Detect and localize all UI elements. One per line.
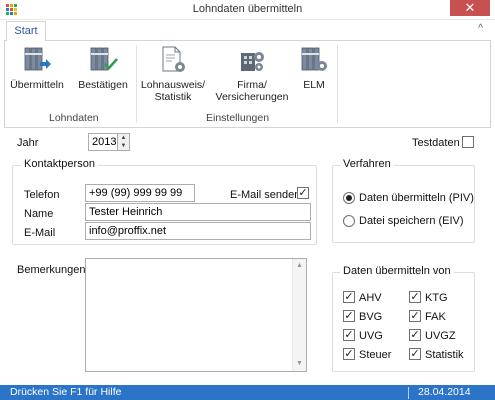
checkmark-icon: ✓: [298, 187, 308, 199]
elm-label: ELM: [303, 79, 325, 91]
vertical-scrollbar[interactable]: ▲ ▼: [292, 259, 306, 371]
group-label-lohndaten: Lohndaten: [49, 112, 99, 124]
checkmark-icon: ✓: [344, 329, 354, 341]
testdaten-checkbox[interactable]: [462, 136, 474, 148]
close-icon: ✕: [464, 0, 476, 15]
uebermitteln-label: Übermitteln: [10, 79, 64, 91]
firma-versicherungen-button[interactable]: Firma/ Versicherungen: [212, 45, 292, 103]
email-label: E-Mail: [24, 227, 56, 239]
bvg-label: BVG: [359, 311, 383, 323]
kontaktperson-title: Kontaktperson: [21, 158, 98, 170]
steuer-checkbox[interactable]: ✓: [343, 348, 355, 360]
name-label: Name: [24, 208, 54, 220]
radio-eiv[interactable]: [343, 215, 355, 227]
verfahren-group: [332, 165, 475, 243]
firma-label-1: Firma/: [237, 79, 267, 91]
lohnausweis-label-1: Lohnausweis/: [140, 79, 206, 91]
uebermitteln-button[interactable]: Übermitteln: [9, 45, 65, 91]
bvg-checkbox[interactable]: ✓: [343, 310, 355, 322]
title-bar: Lohndaten übermitteln ✕: [0, 0, 495, 20]
ahv-label: AHV: [359, 292, 382, 304]
binders-check-icon: [88, 45, 118, 75]
collapse-ribbon-icon[interactable]: ^: [478, 23, 483, 34]
uvgz-label: UVGZ: [425, 330, 456, 342]
checkmark-icon: ✓: [344, 291, 354, 303]
testdaten-label: Testdaten: [412, 137, 460, 149]
email-input[interactable]: info@proffix.net: [85, 222, 311, 240]
status-date: 28.04.2014: [418, 386, 471, 398]
email-senden-checkbox[interactable]: ✓: [297, 187, 309, 199]
statistik-checkbox[interactable]: ✓: [409, 348, 421, 360]
scroll-down-icon[interactable]: ▼: [293, 357, 306, 371]
bestaetigen-label: Bestätigen: [78, 79, 128, 91]
status-help-text: Drücken Sie F1 für Hilfe: [10, 386, 122, 398]
checkmark-icon: ✓: [410, 329, 420, 341]
email-senden-label: E-Mail senden: [230, 189, 301, 201]
bemerkungen-textarea[interactable]: ▲ ▼: [85, 258, 307, 372]
radio-piv[interactable]: [343, 192, 355, 204]
checkmark-icon: ✓: [344, 348, 354, 360]
radio-piv-label[interactable]: Daten übermitteln (PIV): [359, 192, 474, 204]
fak-checkbox[interactable]: ✓: [409, 310, 421, 322]
daten-uebermitteln-von-title: Daten übermitteln von: [340, 265, 454, 277]
radio-eiv-label[interactable]: Datei speichern (EIV): [359, 215, 464, 227]
jahr-input[interactable]: 2013: [88, 133, 118, 151]
ribbon-panel: Übermitteln Bestätigen Lohnausweis/ Stat…: [4, 40, 491, 128]
tab-start[interactable]: Start: [6, 21, 46, 41]
verfahren-title: Verfahren: [340, 158, 394, 170]
group-separator: [337, 45, 338, 123]
stepper-down-icon[interactable]: ▼: [118, 142, 129, 150]
document-gear-icon: [158, 45, 188, 75]
uvg-checkbox[interactable]: ✓: [343, 329, 355, 341]
uvgz-checkbox[interactable]: ✓: [409, 329, 421, 341]
bemerkungen-label: Bemerkungen: [17, 264, 86, 276]
ktg-checkbox[interactable]: ✓: [409, 291, 421, 303]
bestaetigen-button[interactable]: Bestätigen: [77, 45, 129, 91]
group-label-einstellungen: Einstellungen: [206, 112, 270, 124]
ktg-label: KTG: [425, 292, 448, 304]
scroll-up-icon[interactable]: ▲: [293, 259, 306, 273]
jahr-stepper[interactable]: ▲ ▼: [118, 133, 130, 151]
status-separator: [408, 387, 409, 399]
status-bar: Drücken Sie F1 für Hilfe 28.04.2014: [0, 385, 495, 400]
ahv-checkbox[interactable]: ✓: [343, 291, 355, 303]
telefon-input[interactable]: +99 (99) 999 99 99: [85, 184, 195, 202]
checkmark-icon: ✓: [410, 348, 420, 360]
steuer-label: Steuer: [359, 349, 392, 361]
window-title: Lohndaten übermitteln: [192, 3, 303, 15]
building-gear-icon: [237, 45, 267, 75]
checkmark-icon: ✓: [410, 310, 420, 322]
uvg-label: UVG: [359, 330, 383, 342]
telefon-label: Telefon: [24, 189, 60, 201]
group-separator: [136, 45, 137, 123]
jahr-label: Jahr: [17, 137, 39, 149]
binders-gear-icon: [299, 45, 329, 75]
stepper-up-icon[interactable]: ▲: [118, 134, 129, 142]
checkmark-icon: ✓: [410, 291, 420, 303]
elm-button[interactable]: ELM: [296, 45, 332, 91]
firma-label-2: Versicherungen: [215, 91, 289, 103]
close-button[interactable]: ✕: [450, 0, 490, 16]
lohnausweis-statistik-button[interactable]: Lohnausweis/ Statistik: [140, 45, 206, 103]
checkmark-icon: ✓: [344, 310, 354, 322]
fak-label: FAK: [425, 311, 446, 323]
binders-send-icon: [22, 45, 52, 75]
statistik-label: Statistik: [425, 349, 464, 361]
lohnausweis-label-2: Statistik: [154, 91, 192, 103]
name-input[interactable]: Tester Heinrich: [85, 203, 311, 221]
